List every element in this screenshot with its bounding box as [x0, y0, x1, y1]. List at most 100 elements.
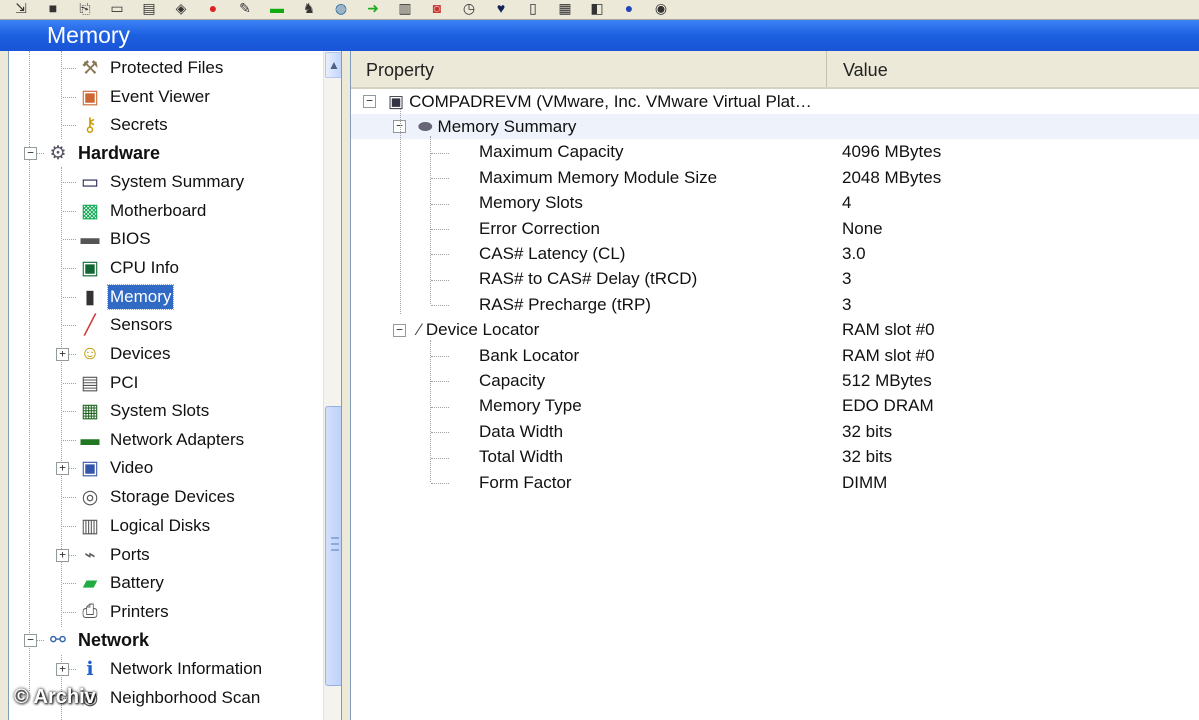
property-row[interactable]: Error Correction None	[351, 216, 1199, 241]
navigation-tree: ⚒ Protected Files ▣ Event Viewer ⚷ Secrets ⚙ Ha…	[8, 51, 342, 720]
tree-item-event-viewer[interactable]: ▣ Event Viewer	[77, 83, 212, 111]
expand-toggle[interactable]: +	[56, 348, 69, 361]
tree-item-battery[interactable]: ▰ Battery	[77, 569, 166, 597]
group-row[interactable]: ⬬ Memory Summary	[351, 114, 1199, 139]
property-row[interactable]: Memory Type EDO DRAM	[351, 394, 1199, 419]
tree-item-label: Sensors	[110, 315, 173, 334]
collapse-toggle[interactable]: −	[24, 147, 37, 160]
clock-icon[interactable]: ◷	[458, 3, 480, 17]
chip-icon[interactable]: ▦	[554, 3, 576, 17]
scroll-up-button[interactable]: ▲	[325, 52, 341, 78]
shield-icon[interactable]: ♥	[490, 3, 512, 17]
tree-item-label: Video	[110, 458, 154, 477]
tree-item-label: Memory	[106, 284, 175, 310]
column-header-property[interactable]: Property	[351, 51, 827, 87]
property-row[interactable]: Maximum Capacity 4096 MBytes	[351, 140, 1199, 165]
expand-toggle[interactable]: +	[56, 462, 69, 475]
window-icon[interactable]: ◧	[586, 3, 608, 17]
property-row[interactable]: Total Width 32 bits	[351, 445, 1199, 470]
collapse-toggle[interactable]: −	[24, 634, 37, 647]
pci-icon: ▤	[81, 372, 99, 394]
tree-item-memory[interactable]: ▮ Memory	[77, 283, 175, 311]
property-value: 3	[842, 294, 852, 314]
expand-toggle[interactable]: +	[56, 549, 69, 562]
bios-chip-icon: ▬	[80, 228, 100, 249]
tree-item-logical-disks[interactable]: ▥ Logical Disks	[77, 512, 212, 540]
nic-icon: ▬	[80, 429, 100, 450]
info-icon[interactable]: ●	[618, 3, 640, 17]
arrow-icon[interactable]: ➜	[362, 3, 384, 17]
memory-icon: ▮	[84, 286, 96, 308]
tree-item-system-summary[interactable]: ▭ System Summary	[77, 168, 246, 196]
property-name: CAS# Latency (CL)	[479, 243, 626, 263]
eye-icon[interactable]: ◉	[650, 3, 672, 17]
clipboard-icon[interactable]: ▭	[106, 3, 128, 17]
tree-item-sensors[interactable]: ╱ Sensors	[77, 311, 174, 339]
tree-item-network-adapters[interactable]: ▬ Network Adapters	[77, 426, 246, 454]
tree-item-protected-files[interactable]: ⚒ Protected Files	[77, 54, 225, 82]
tree-item-ports[interactable]: ⌁ Ports	[77, 541, 152, 569]
thermometer-icon: ╱	[84, 314, 96, 336]
tree-item-hardware[interactable]: ⚙ Hardware	[45, 139, 162, 167]
report-icon[interactable]: ▥	[394, 3, 416, 17]
property-value: None	[842, 218, 883, 238]
tree-item-label: Logical Disks	[110, 516, 211, 535]
tree-item-network[interactable]: ⚯ Network	[45, 626, 151, 654]
tree-item-bios[interactable]: ▬ BIOS	[77, 225, 153, 253]
toolbar: ⇲ ■ ⎘ ▭ ▤ ◈ ● ✎ ▬ ♞ ◍ ➜ ▥ ◙ ◷ ♥ ▯ ▦ ◧ ● …	[0, 0, 1199, 20]
property-row[interactable]: Memory Slots 4	[351, 191, 1199, 216]
property-row[interactable]: Maximum Memory Module Size 2048 MBytes	[351, 165, 1199, 190]
tree-item-network-information[interactable]: ℹ Network Information	[77, 655, 264, 683]
globe-icon[interactable]: ◍	[330, 3, 352, 17]
property-name: Capacity	[479, 370, 546, 390]
save-icon[interactable]: ■	[42, 3, 64, 17]
tree-item-label: System Slots	[110, 401, 210, 420]
camera-icon[interactable]: ◙	[426, 3, 448, 17]
tree-scrollbar[interactable]: ▲	[323, 51, 341, 720]
column-header-value[interactable]: Value	[828, 51, 1199, 87]
chat-icon[interactable]: ✎	[234, 3, 256, 17]
export-icon[interactable]: ⇲	[10, 3, 32, 17]
pane-title-bar: Memory	[0, 20, 1199, 51]
tree-item-cpu-info[interactable]: ▣ CPU Info	[77, 254, 181, 282]
tree-item-devices[interactable]: ☺ Devices	[77, 340, 172, 368]
collapse-toggle[interactable]: −	[393, 323, 406, 337]
tree-item-label: Secrets	[110, 115, 168, 134]
watermark: © Archiv	[14, 686, 96, 708]
tree-item-secrets[interactable]: ⚷ Secrets	[77, 111, 170, 139]
property-row[interactable]: Bank Locator RAM slot #0	[351, 343, 1199, 368]
property-row[interactable]: RAS# Precharge (tRP) 3	[351, 292, 1199, 317]
scroll-thumb[interactable]	[325, 406, 341, 686]
expand-toggle[interactable]: +	[56, 663, 69, 676]
property-value: 3.0	[842, 243, 866, 263]
property-row[interactable]: RAS# to CAS# Delay (tRCD) 3	[351, 267, 1199, 292]
property-name: RAS# to CAS# Delay (tRCD)	[479, 269, 698, 289]
books-icon[interactable]: ▯	[522, 3, 544, 17]
tree-item-storage-devices[interactable]: ◎ Storage Devices	[77, 483, 237, 511]
tree-item-motherboard[interactable]: ▩ Motherboard	[77, 197, 208, 225]
key-icon: ⚷	[83, 114, 97, 136]
pane-splitter[interactable]	[342, 51, 350, 720]
collapse-toggle[interactable]: −	[363, 95, 376, 108]
tree-item-video[interactable]: ▣ Video	[77, 454, 155, 482]
tree-item-system-slots[interactable]: ▦ System Slots	[77, 397, 211, 425]
property-value: 32 bits	[842, 421, 893, 441]
computer-icon: ▣	[388, 91, 405, 111]
tree-item-printers[interactable]: ⎙ Printers	[77, 598, 171, 626]
tree-item-pci[interactable]: ▤ PCI	[77, 369, 140, 397]
scan-icon[interactable]: ◈	[170, 3, 192, 17]
copy-icon[interactable]: ⎘	[74, 3, 96, 17]
wolf-icon[interactable]: ♞	[298, 3, 320, 17]
property-row[interactable]: Form Factor DIMM	[351, 470, 1199, 495]
property-row[interactable]: Capacity 512 MBytes	[351, 368, 1199, 393]
tree-item-neighborhood-scan[interactable]: ◉ Neighborhood Scan	[77, 684, 262, 712]
print-icon[interactable]: ▤	[138, 3, 160, 17]
property-row[interactable]: Data Width 32 bits	[351, 419, 1199, 444]
property-value: 32 bits	[842, 447, 893, 467]
green-icon[interactable]: ▬	[266, 3, 288, 17]
property-row[interactable]: CAS# Latency (CL) 3.0	[351, 241, 1199, 266]
tree-item-label: Ports	[110, 545, 150, 564]
root-node[interactable]: ▣ COMPADREVM (VMware, Inc. VMware Virtual…	[351, 89, 1199, 114]
close-icon[interactable]: ●	[202, 3, 224, 17]
group-row[interactable]: ⁄ Device Locator RAM slot #0	[351, 318, 1199, 343]
